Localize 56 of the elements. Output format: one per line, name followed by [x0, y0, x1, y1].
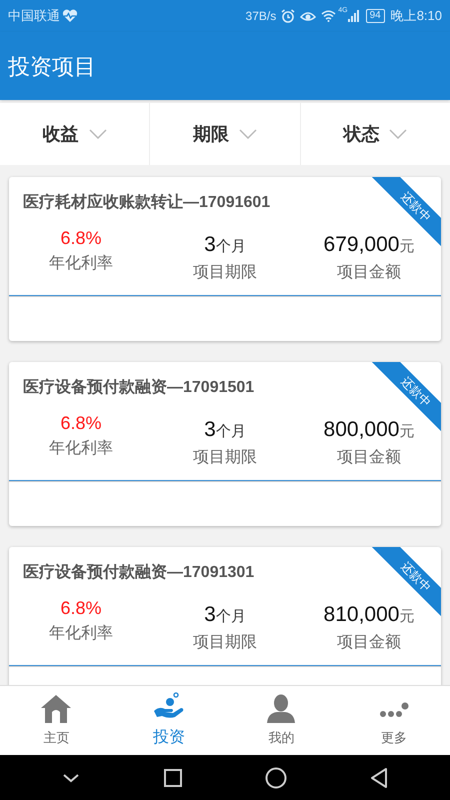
amount-unit: 元 — [399, 607, 414, 627]
back-icon[interactable] — [369, 766, 389, 788]
interest-rate: 6.8% — [60, 597, 102, 620]
amount-unit: 元 — [399, 237, 414, 257]
alarm-icon — [281, 9, 296, 23]
project-card[interactable]: 还款中 医疗设备预付款融资—17091301 6.8% 年化利率 3个月 项目期限 810,000元 项目金额 — [9, 547, 441, 685]
filter-dropdown[interactable]: 期限 — [192, 120, 257, 148]
amount-value: 810,000 — [324, 602, 400, 628]
term-value: 3 — [204, 232, 216, 258]
rate-label: 年化利率 — [49, 438, 113, 459]
amount-value: 800,000 — [324, 417, 400, 443]
project-card[interactable]: 还款中 医疗设备预付款融资—17091501 6.8% 年化利率 3个月 项目期限 800,000元 项目金额 — [9, 362, 441, 526]
clock: 晚上8:10 — [390, 7, 442, 26]
project-title: 医疗设备预付款融资—17091301 — [23, 564, 254, 581]
amount-label: 项目金额 — [337, 262, 401, 282]
wifi-icon — [321, 10, 336, 22]
term-label: 项目期限 — [193, 448, 257, 468]
amount-unit: 元 — [399, 422, 414, 442]
battery-indicator: 94 — [366, 9, 385, 23]
page-title: 投资项目 — [8, 52, 96, 80]
amount-label: 项目金额 — [337, 448, 401, 468]
interest-rate: 6.8% — [60, 412, 102, 435]
person-icon — [265, 694, 298, 724]
term-value: 3 — [204, 602, 216, 628]
term-unit: 个月 — [216, 237, 246, 257]
term-label: 项目期限 — [193, 262, 257, 282]
eye-icon — [300, 10, 316, 22]
term-value: 3 — [204, 417, 216, 443]
carrier-name: 中国联通 — [8, 7, 60, 26]
project-title: 医疗设备预付款融资—17091501 — [23, 379, 254, 396]
signal-icon — [348, 10, 360, 22]
term-unit: 个月 — [216, 607, 246, 627]
chevron-down-icon — [389, 129, 408, 139]
chevron-down-icon — [238, 129, 257, 139]
nav-tab[interactable]: 主页 — [0, 686, 112, 755]
amount-value: 679,000 — [324, 232, 400, 258]
network-speed: 37B/s — [246, 8, 276, 25]
filter-dropdown[interactable]: 收益 — [42, 120, 107, 148]
amount-label: 项目金额 — [337, 632, 401, 652]
term-unit: 个月 — [216, 422, 246, 442]
term-label: 项目期限 — [193, 632, 257, 652]
nav-tab[interactable]: 我的 — [225, 686, 338, 755]
project-title: 医疗耗材应收账款转让—17091601 — [23, 194, 270, 211]
nav-tab[interactable]: 更多 — [338, 686, 450, 755]
heart-icon — [62, 9, 78, 23]
nav-tab[interactable]: 投资 — [112, 686, 225, 755]
project-card[interactable]: 还款中 医疗耗材应收账款转让—17091601 6.8% 年化利率 3个月 项目期限 679,000元 项目金额 — [9, 177, 441, 341]
recent-apps-icon[interactable] — [163, 768, 183, 788]
rate-label: 年化利率 — [49, 624, 113, 644]
home-icon — [40, 694, 72, 724]
interest-rate: 6.8% — [60, 227, 102, 250]
rate-label: 年化利率 — [49, 254, 113, 274]
chevron-down-icon — [88, 129, 107, 139]
filter-dropdown[interactable]: 状态 — [343, 120, 408, 148]
collapse-icon[interactable] — [61, 772, 81, 784]
home-button-icon[interactable] — [265, 766, 287, 788]
